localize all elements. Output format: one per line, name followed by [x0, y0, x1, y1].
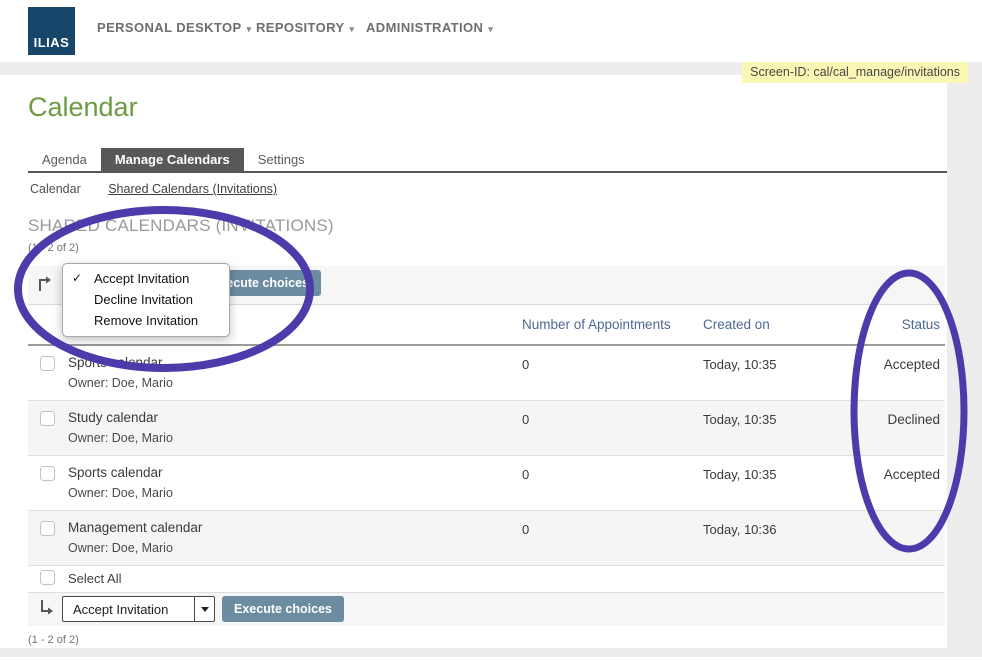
- subtab-calendar[interactable]: Calendar: [30, 182, 81, 196]
- column-header-status: Status: [828, 317, 940, 332]
- tab-bar-underline: [28, 171, 947, 173]
- nav-personal-desktop[interactable]: PERSONAL DESKTOP ▾: [97, 20, 252, 35]
- checkmark-icon: ✓: [72, 268, 82, 289]
- table-row: Sports calendar Owner: Doe, Mario 0 Toda…: [28, 346, 945, 401]
- execute-choices-button-bottom[interactable]: Execute choices: [222, 596, 344, 622]
- chevron-down-icon: ▾: [488, 24, 493, 34]
- select-caret-icon: [194, 597, 214, 621]
- calendar-title: Sports calendar: [68, 355, 163, 370]
- row-checkbox[interactable]: [40, 411, 55, 426]
- invitations-table: Accept Invitation Execute choices ✓ Acce…: [28, 266, 945, 648]
- table-row: Sports calendar Owner: Doe, Mario 0 Toda…: [28, 456, 945, 511]
- nav-repository[interactable]: REPOSITORY ▾: [256, 20, 354, 35]
- section-heading: SHARED CALENDARS (INVITATIONS): [28, 216, 334, 236]
- table-row: Study calendar Owner: Doe, Mario 0 Today…: [28, 401, 945, 456]
- calendar-owner: Owner: Doe, Mario: [68, 376, 173, 390]
- nav-repository-label: REPOSITORY: [256, 20, 345, 35]
- content-panel: Calendar Agenda Manage Calendars Setting…: [0, 75, 947, 648]
- menu-item-decline-label: Decline Invitation: [94, 292, 193, 307]
- created-on-value: Today, 10:35: [703, 467, 776, 482]
- select-all-row: Select All: [28, 566, 945, 592]
- calendar-owner: Owner: Doe, Mario: [68, 431, 173, 445]
- created-on-value: Today, 10:35: [703, 412, 776, 427]
- column-header-appointments: Number of Appointments: [522, 317, 671, 332]
- subtab-bar: Calendar Shared Calendars (Invitations): [30, 182, 301, 196]
- chevron-down-icon: ▾: [247, 24, 252, 34]
- pagination-bottom: (1 - 2 of 2): [28, 634, 79, 646]
- action-select-bottom[interactable]: Accept Invitation: [62, 596, 215, 622]
- select-all-checkbox[interactable]: [40, 570, 55, 585]
- action-dropdown-menu: ✓ Accept Invitation Decline Invitation R…: [62, 263, 230, 337]
- row-checkbox[interactable]: [40, 356, 55, 371]
- chevron-down-icon: ▾: [350, 24, 355, 34]
- subtab-shared-calendars[interactable]: Shared Calendars (Invitations): [108, 182, 277, 196]
- tab-settings[interactable]: Settings: [244, 148, 319, 171]
- created-on-value: Today, 10:36: [703, 522, 776, 537]
- tab-bar: Agenda Manage Calendars Settings: [28, 146, 319, 171]
- action-select-bottom-value: Accept Invitation: [63, 602, 194, 617]
- top-navbar: ILIAS PERSONAL DESKTOP ▾ REPOSITORY ▾ ADMI…: [0, 0, 982, 62]
- menu-item-accept-label: Accept Invitation: [94, 271, 189, 286]
- table-command-row-top: Accept Invitation Execute choices ✓ Acce…: [28, 266, 945, 304]
- appointments-count: 0: [522, 357, 529, 372]
- select-all-label: Select All: [68, 571, 121, 586]
- menu-item-remove-invitation[interactable]: Remove Invitation: [63, 310, 229, 331]
- menu-item-decline-invitation[interactable]: Decline Invitation: [63, 289, 229, 310]
- calendar-title: Sports calendar: [68, 465, 163, 480]
- status-value: Accepted: [828, 467, 940, 482]
- appointments-count: 0: [522, 467, 529, 482]
- row-checkbox[interactable]: [40, 521, 55, 536]
- status-value: Accepted: [828, 357, 940, 372]
- nav-administration-label: ADMINISTRATION: [366, 20, 483, 35]
- table-row: Management calendar Owner: Doe, Mario 0 …: [28, 511, 945, 566]
- tab-manage-calendars[interactable]: Manage Calendars: [101, 148, 244, 171]
- menu-item-accept-invitation[interactable]: ✓ Accept Invitation: [63, 268, 229, 289]
- pagination-top: (1 - 2 of 2): [28, 242, 79, 254]
- calendar-title: Management calendar: [68, 520, 202, 535]
- column-header-created-on: Created on: [703, 317, 770, 332]
- appointments-count: 0: [522, 412, 529, 427]
- screen-id-badge: Screen-ID: cal/cal_manage/invitations: [742, 62, 968, 83]
- menu-item-remove-label: Remove Invitation: [94, 313, 198, 328]
- nav-administration[interactable]: ADMINISTRATION ▾: [366, 20, 493, 35]
- tab-agenda[interactable]: Agenda: [28, 148, 101, 171]
- row-checkbox[interactable]: [40, 466, 55, 481]
- ilias-logo[interactable]: ILIAS: [28, 7, 75, 55]
- calendar-owner: Owner: Doe, Mario: [68, 486, 173, 500]
- status-value: Declined: [828, 412, 940, 427]
- nav-personal-desktop-label: PERSONAL DESKTOP: [97, 20, 242, 35]
- page-title: Calendar: [28, 92, 138, 123]
- created-on-value: Today, 10:35: [703, 357, 776, 372]
- apply-to-selection-up-arrow-icon: [35, 273, 55, 293]
- apply-to-selection-down-arrow-icon: [37, 598, 57, 618]
- appointments-count: 0: [522, 522, 529, 537]
- calendar-title: Study calendar: [68, 410, 158, 425]
- calendar-owner: Owner: Doe, Mario: [68, 541, 173, 555]
